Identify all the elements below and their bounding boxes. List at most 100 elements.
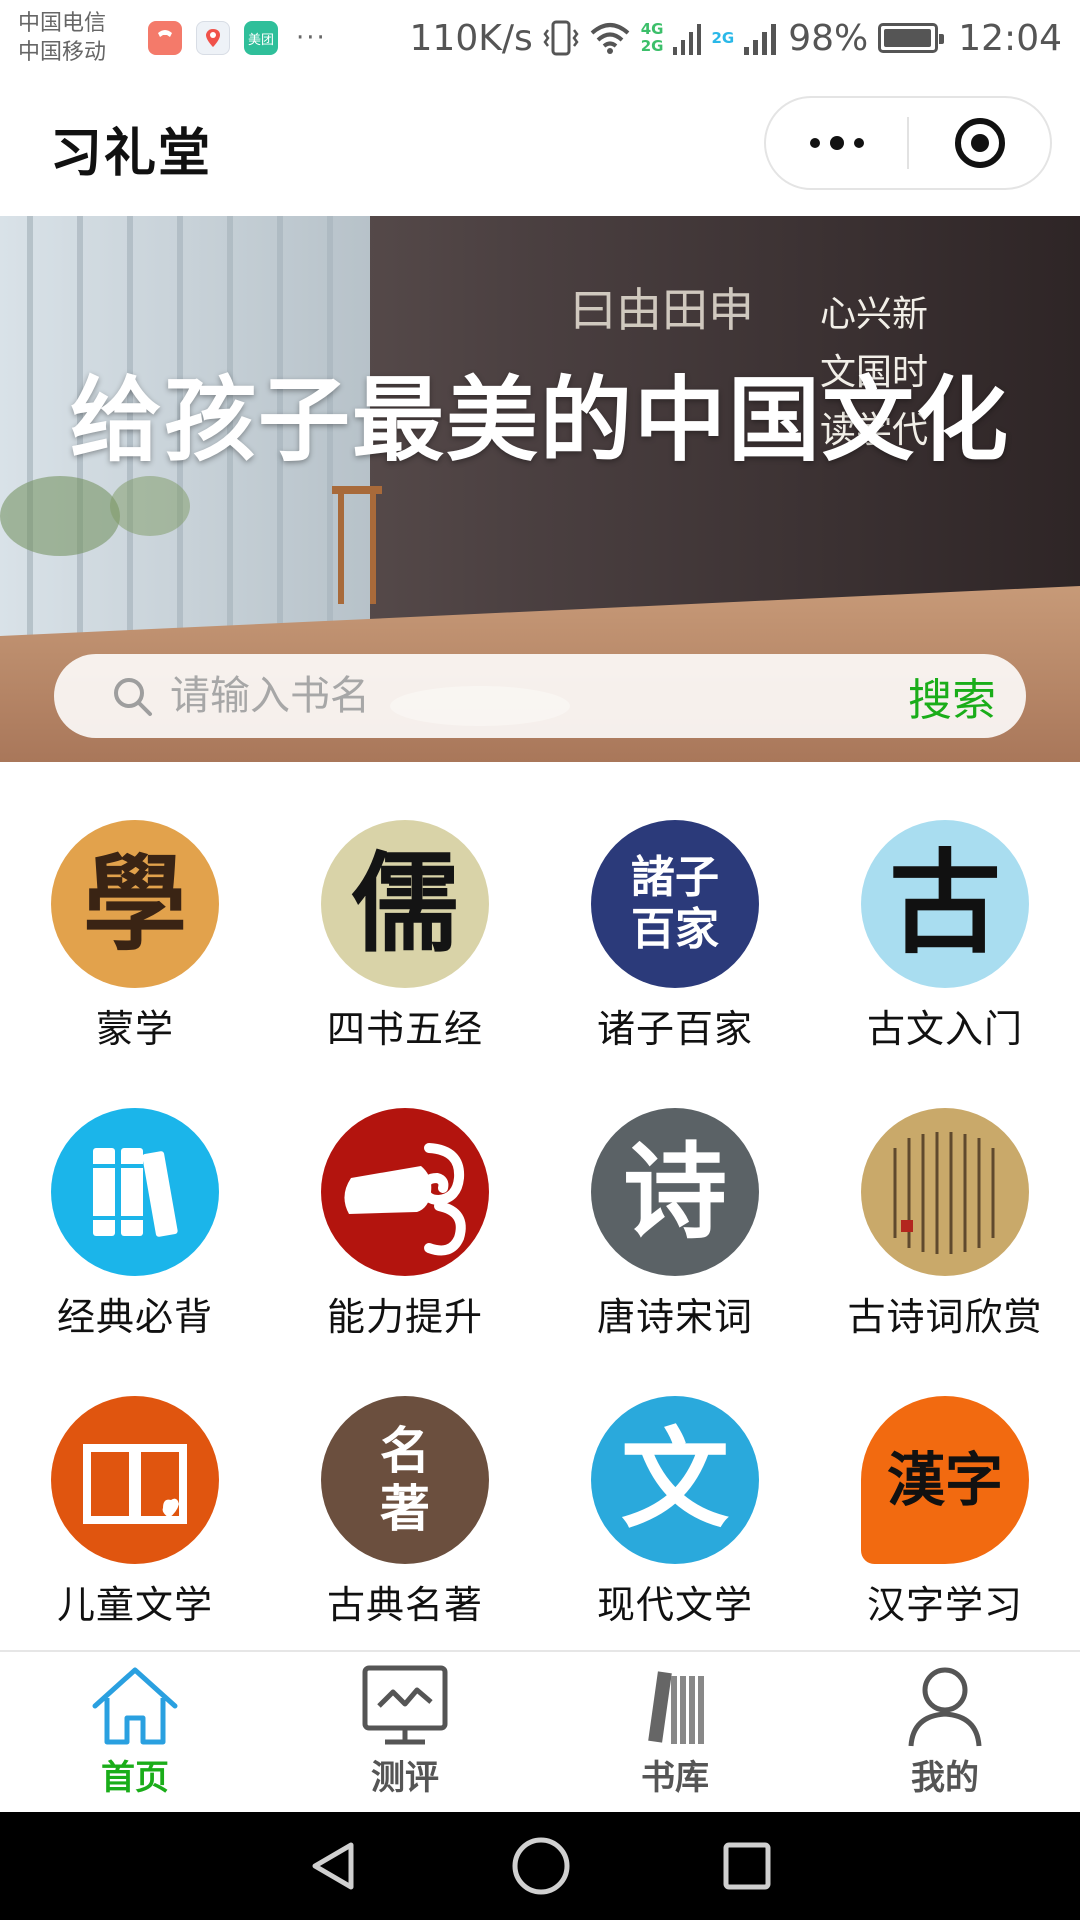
map-location-app-icon xyxy=(196,21,230,55)
open-book-heart-icon xyxy=(51,1396,219,1564)
category-label: 能力提升 xyxy=(326,1295,483,1339)
tab-label: 首页 xyxy=(101,1758,169,1798)
tab-library[interactable]: 书库 xyxy=(540,1652,810,1812)
hero-banner[interactable]: 曰由田申 心兴新 文国时 读学代 给孩子最美的中国文化 搜索 xyxy=(0,216,1080,762)
mengxue-glyph: 學 xyxy=(82,842,187,965)
notification-overflow: ··· xyxy=(296,23,327,53)
status-bar: 中国电信 中国移动 美团 ··· 110K/s 4G 2G 2G 98% 12:… xyxy=(0,0,1080,76)
network-type-4g: 4G xyxy=(640,20,664,38)
calligraphy-scroll-icon xyxy=(861,1108,1029,1276)
network-speed: 110K/s xyxy=(409,17,533,59)
back-icon[interactable] xyxy=(307,1839,361,1893)
close-mini-program-button[interactable] xyxy=(909,98,1050,188)
category-label: 古诗词欣赏 xyxy=(847,1295,1043,1339)
monitor-chart-icon xyxy=(362,1665,448,1745)
meituan-app-icon: 美团 xyxy=(244,21,278,55)
network-type-2: 2G xyxy=(711,28,735,47)
category-nenglitisheng[interactable]: 能力提升 xyxy=(270,1108,540,1396)
category-label: 四书五经 xyxy=(326,1007,483,1051)
wall-chars-right-1: 心兴新 xyxy=(820,294,928,335)
category-label: 经典必背 xyxy=(56,1295,213,1339)
user-icon xyxy=(908,1667,982,1747)
mini-program-title-bar: 习礼堂 xyxy=(0,76,1080,216)
xiandai-glyph: 文 xyxy=(620,1417,729,1543)
network-type-1: 4G 2G xyxy=(641,21,664,55)
modern-literature-icon: 文 xyxy=(591,1396,759,1564)
scroll-icon xyxy=(321,1108,489,1276)
category-label: 儿童文学 xyxy=(56,1583,213,1627)
search-input[interactable] xyxy=(170,673,908,719)
target-circle-icon xyxy=(954,118,1005,168)
notification-icons: 美团 ··· xyxy=(148,21,327,55)
category-label: 汉字学习 xyxy=(866,1583,1023,1627)
zhuzi-glyph: 諸子百家 xyxy=(631,852,719,955)
vibrate-icon xyxy=(543,20,579,56)
carrier-1: 中国电信 xyxy=(18,11,107,36)
category-label: 现代文学 xyxy=(596,1583,753,1627)
category-tangshisongci[interactable]: 诗 唐诗宋词 xyxy=(540,1108,810,1396)
guwen-glyph: 古 xyxy=(889,838,1001,969)
tab-label: 测评 xyxy=(371,1758,439,1798)
category-label: 古文入门 xyxy=(866,1007,1023,1051)
search-button[interactable]: 搜索 xyxy=(908,664,996,728)
poem-glyph: 诗 xyxy=(622,1130,727,1253)
wifi-icon xyxy=(590,23,630,54)
category-label: 诸子百家 xyxy=(596,1007,753,1051)
mingzhu-glyph: 名著 xyxy=(380,1421,430,1538)
mini-program-capsule xyxy=(764,96,1052,190)
tab-assessment[interactable]: 测评 xyxy=(270,1652,540,1812)
signal-1-icon xyxy=(673,24,702,55)
battery-level xyxy=(884,29,932,47)
network-type-2g-b: 2G xyxy=(711,28,735,47)
hanzi-glyph: 漢字 xyxy=(886,1446,1003,1514)
meituan-label: 美团 xyxy=(247,32,274,48)
search-icon xyxy=(114,678,152,716)
category-gushicixinshang[interactable]: 古诗词欣赏 xyxy=(810,1108,1080,1396)
category-sishuwujing[interactable]: 儒 四书五经 xyxy=(270,820,540,1108)
category-mengxue[interactable]: 學 蒙学 xyxy=(0,820,270,1108)
category-xiandaiwenxue[interactable]: 文 现代文学 xyxy=(540,1396,810,1684)
category-label: 唐诗宋词 xyxy=(596,1295,753,1339)
books-icon xyxy=(51,1108,219,1276)
page-title: 习礼堂 xyxy=(50,124,213,184)
status-indicators: 110K/s 4G 2G 2G 98% 12:04 xyxy=(410,18,1062,59)
clock: 12:04 xyxy=(958,17,1062,59)
search-bar[interactable]: 搜索 xyxy=(54,654,1026,738)
category-guwenrumen[interactable]: 古 古文入门 xyxy=(810,820,1080,1108)
tab-label: 我的 xyxy=(911,1758,979,1798)
home-icon xyxy=(92,1667,178,1745)
mengxue-seal-icon: 學 xyxy=(51,820,219,988)
tab-label: 书库 xyxy=(641,1758,709,1798)
carrier-names: 中国电信 中国移动 xyxy=(18,9,136,67)
wall-chars-left: 曰由田申 xyxy=(570,283,754,337)
sishu-glyph: 儒 xyxy=(350,841,459,967)
recent-apps-icon[interactable] xyxy=(721,1840,773,1892)
category-grid: 學 蒙学 儒 四书五经 諸子百家 诸子百家 古 古文入门 经典必背 能力提升 诗… xyxy=(0,762,1080,1650)
banner-slogan: 给孩子最美的中国文化 xyxy=(69,367,1010,474)
tab-me[interactable]: 我的 xyxy=(810,1652,1080,1812)
category-zhuzibaijia[interactable]: 諸子百家 诸子百家 xyxy=(540,820,810,1108)
ancient-text-icon: 古 xyxy=(861,820,1029,988)
bottom-tab-bar: 首页 测评 书库 我的 xyxy=(0,1650,1080,1812)
masterpiece-calligraphy-icon: 名著 xyxy=(321,1396,489,1564)
category-label: 蒙学 xyxy=(95,1007,174,1051)
screen: 中国电信 中国移动 美团 ··· 110K/s 4G 2G 2G 98% 12:… xyxy=(0,0,1080,1920)
signal-2-icon xyxy=(744,24,777,55)
poem-calligraphy-icon: 诗 xyxy=(591,1108,759,1276)
system-navigation-bar xyxy=(0,1812,1080,1920)
confucian-calligraphy-icon: 儒 xyxy=(321,820,489,988)
home-circle-icon[interactable] xyxy=(511,1836,571,1896)
network-type-2g: 2G xyxy=(640,37,664,55)
chinese-character-bubble-icon: 漢字 xyxy=(861,1396,1029,1564)
phone-call-app-icon xyxy=(148,21,182,55)
category-ertongwenxue[interactable]: 儿童文学 xyxy=(0,1396,270,1684)
category-jingdianbibei[interactable]: 经典必背 xyxy=(0,1108,270,1396)
category-hanzixuexi[interactable]: 漢字 汉字学习 xyxy=(810,1396,1080,1684)
more-button[interactable] xyxy=(766,98,907,188)
battery-icon xyxy=(878,23,945,53)
zhuzi-calligraphy-icon: 諸子百家 xyxy=(591,820,759,988)
battery-percent: 98% xyxy=(788,17,869,59)
tab-home[interactable]: 首页 xyxy=(0,1652,270,1812)
category-label: 古典名著 xyxy=(326,1583,483,1627)
category-gudianmingzhu[interactable]: 名著 古典名著 xyxy=(270,1396,540,1684)
